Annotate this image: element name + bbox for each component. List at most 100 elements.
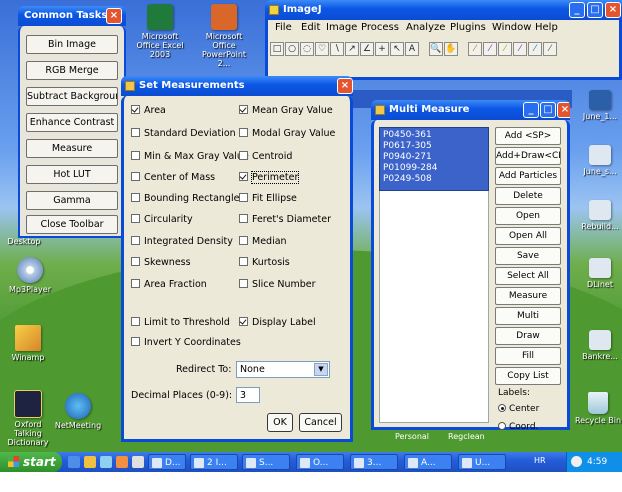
checkbox-area[interactable]: Area (131, 105, 166, 116)
checkbox-bounding-rectangle[interactable]: Bounding Rectangle (131, 193, 239, 204)
list-item[interactable]: P0249-508 (383, 174, 485, 185)
checkbox[interactable] (131, 236, 140, 245)
checkbox-modal-gray[interactable]: Modal Gray Value (239, 128, 335, 139)
menu-window[interactable]: Window (492, 22, 531, 33)
taskbar-item[interactable]: A... (404, 454, 452, 470)
cancel-button[interactable]: Cancel (299, 413, 342, 432)
subtract-background-button[interactable]: Subtract Background (26, 87, 118, 106)
select-all-button[interactable]: Select All (495, 267, 561, 285)
checkbox[interactable] (131, 214, 140, 223)
menu-analyze[interactable]: Analyze (406, 22, 445, 33)
segmented-line-tool-icon[interactable]: ↗ (345, 42, 359, 56)
chevron-down-icon[interactable]: ▼ (314, 363, 328, 376)
wand-tool-icon[interactable]: ↖ (390, 42, 404, 56)
taskbar-item[interactable]: S... (242, 454, 290, 470)
draw-button[interactable]: Draw (495, 327, 561, 345)
menu-process[interactable]: Process (361, 22, 399, 33)
taskbar-item[interactable]: 3... (350, 454, 398, 470)
close-button[interactable]: × (106, 8, 122, 24)
desktop-icon-excel[interactable]: Microsoft Office Excel 2003 (132, 4, 188, 59)
add-particles-button[interactable]: Add Particles (495, 167, 561, 185)
hand-tool-icon[interactable]: ✋ (444, 42, 458, 56)
checkbox[interactable] (239, 151, 248, 160)
open-all-button[interactable]: Open All (495, 227, 561, 245)
radio-button[interactable] (498, 422, 506, 430)
crosshair-tool-icon[interactable]: + (375, 42, 389, 56)
outlook-quicklaunch-icon[interactable] (84, 456, 96, 468)
fill-button[interactable]: Fill (495, 347, 561, 365)
checkbox[interactable] (131, 172, 140, 181)
measure-button[interactable]: Measure (26, 139, 118, 158)
maximize-button[interactable]: □ (587, 2, 603, 18)
taskbar-item[interactable]: O... (296, 454, 344, 470)
desktop-quicklaunch-icon[interactable] (100, 456, 112, 468)
menu-help[interactable]: Help (535, 22, 558, 33)
list-item[interactable]: P0617-305 (383, 141, 485, 152)
checkbox-ferets-diameter[interactable]: Feret's Diameter (239, 214, 331, 225)
checkbox-slice-number[interactable]: Slice Number (239, 279, 316, 290)
desktop-icon-mp3player[interactable]: Mp3Player (6, 257, 54, 294)
desktop-icon-dlinet[interactable]: DLinet (578, 258, 622, 289)
menu-plugins[interactable]: Plugins (450, 22, 486, 33)
pencil-tool-icon[interactable]: ⁄ (528, 42, 542, 56)
taskbar-item[interactable]: 2 I... (190, 454, 238, 470)
radio-coord[interactable]: Coord. (498, 422, 538, 432)
start-button[interactable]: start (0, 452, 62, 472)
desktop-icon-oxford[interactable]: Oxford Talking Dictionary (0, 390, 56, 447)
checkbox-mean-gray[interactable]: Mean Gray Value (239, 105, 333, 116)
measure-button[interactable]: Measure (495, 287, 561, 305)
multi-button[interactable]: Multi (495, 307, 561, 325)
checkbox-center-of-mass[interactable]: Center of Mass (131, 172, 215, 183)
close-button[interactable]: × (605, 2, 621, 18)
ok-button[interactable]: OK (267, 413, 293, 432)
maximize-button[interactable]: □ (540, 102, 556, 118)
radio-button[interactable] (498, 404, 506, 412)
rgb-merge-button[interactable]: RGB Merge (26, 61, 118, 80)
desktop-icon-desktop[interactable]: Desktop (0, 237, 48, 246)
taskbar-item[interactable]: D... (148, 454, 186, 470)
pencil-tool-icon[interactable]: ⁄ (543, 42, 557, 56)
checkbox[interactable] (239, 128, 248, 137)
checkbox[interactable] (131, 128, 140, 137)
text-tool-icon[interactable]: A (405, 42, 419, 56)
checkbox[interactable] (131, 279, 140, 288)
checkbox-kurtosis[interactable]: Kurtosis (239, 257, 290, 268)
checkbox[interactable] (239, 317, 248, 326)
polygon-tool-icon[interactable]: ◌ (300, 42, 314, 56)
taskbar-item[interactable]: U... (458, 454, 506, 470)
language-indicator[interactable]: HR (534, 456, 546, 465)
pencil-tool-icon[interactable]: ⁄ (498, 42, 512, 56)
checkbox[interactable] (131, 193, 140, 202)
checkbox[interactable] (239, 193, 248, 202)
menu-edit[interactable]: Edit (301, 22, 320, 33)
delete-button[interactable]: Delete (495, 187, 561, 205)
desktop-icon-junes[interactable]: June_s... (578, 145, 622, 176)
checkbox[interactable] (239, 214, 248, 223)
checkbox[interactable] (131, 337, 140, 346)
list-item[interactable]: P0940-271 (383, 152, 485, 163)
volume-icon[interactable] (571, 456, 582, 467)
checkbox[interactable] (239, 105, 248, 114)
oval-tool-icon[interactable]: ○ (285, 42, 299, 56)
copy-list-button[interactable]: Copy List (495, 367, 561, 385)
checkbox[interactable] (131, 257, 140, 266)
desktop-icon-rebuild[interactable]: Rebuild... (578, 200, 622, 231)
checkbox-area-fraction[interactable]: Area Fraction (131, 279, 207, 290)
list-item[interactable]: P0450-361 (383, 130, 485, 141)
ie-quicklaunch-icon[interactable] (68, 456, 80, 468)
checkbox-min-max-gray[interactable]: Min & Max Gray Value (131, 151, 249, 162)
menu-file[interactable]: File (275, 22, 292, 33)
desktop-icon-june1[interactable]: June_1... (578, 90, 622, 121)
checkbox[interactable] (131, 105, 140, 114)
pencil-tool-icon[interactable]: ⁄ (468, 42, 482, 56)
close-button[interactable]: × (337, 78, 353, 94)
list-item[interactable]: P01099-284 (383, 163, 485, 174)
checkbox-median[interactable]: Median (239, 236, 287, 247)
checkbox-display-label[interactable]: Display Label (239, 317, 316, 328)
save-button[interactable]: Save (495, 247, 561, 265)
pencil-tool-icon[interactable]: ⁄ (483, 42, 497, 56)
open-button[interactable]: Open (495, 207, 561, 225)
magnifier-tool-icon[interactable]: 🔍 (429, 42, 443, 56)
checkbox[interactable] (131, 151, 140, 160)
checkbox-limit-to-threshold[interactable]: Limit to Threshold (131, 317, 230, 328)
